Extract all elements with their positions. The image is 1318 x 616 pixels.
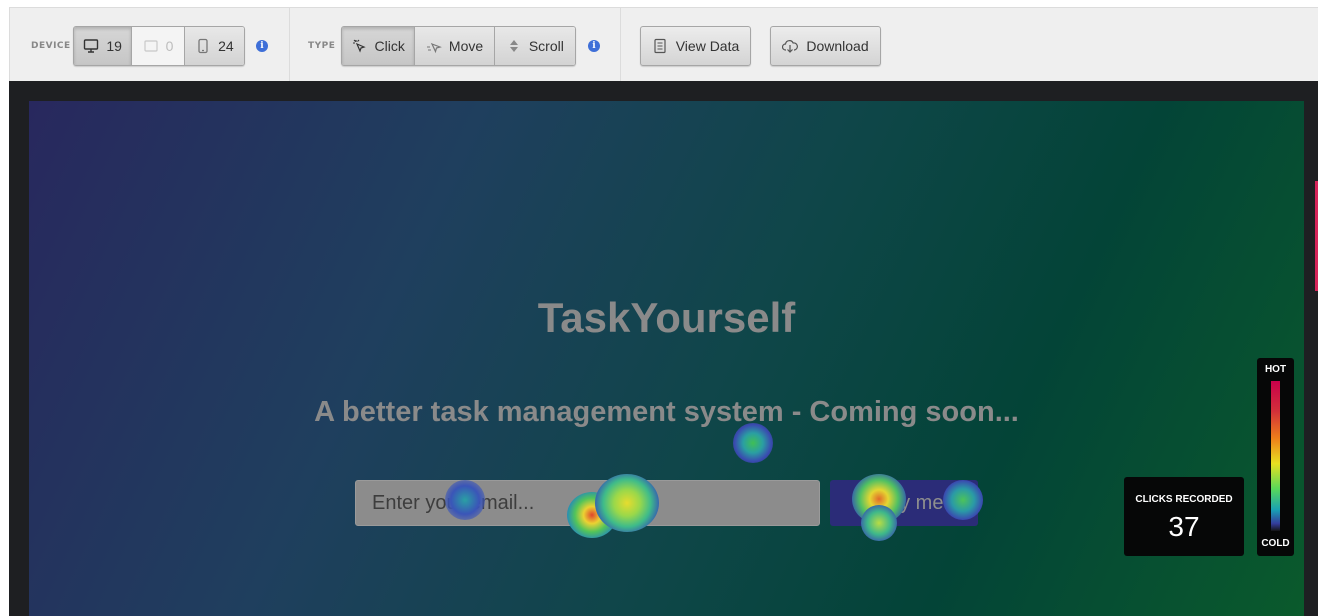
scroll-arrows-icon [509, 40, 518, 52]
heat-legend: HOT COLD [1257, 358, 1294, 556]
heat-spot [733, 423, 773, 463]
download-label: Download [806, 38, 869, 54]
toolbar-divider [620, 8, 621, 82]
device-label: DEVICE [31, 41, 71, 51]
heatmap-toolbar: DEVICE 19 0 24 i TYPE Click Move Scroll [9, 7, 1318, 82]
tablet-icon [144, 40, 158, 52]
device-tablet-button[interactable]: 0 [132, 27, 185, 65]
document-list-icon [654, 38, 666, 54]
phone-icon [198, 38, 208, 54]
clicks-recorded-label: CLICKS RECORDED [1135, 494, 1233, 505]
type-click-label: Click [374, 38, 405, 54]
type-move-label: Move [448, 38, 484, 54]
device-desktop-button[interactable]: 19 [74, 27, 133, 65]
site-subtitle: A better task management system - Coming… [314, 396, 1019, 428]
heatmap-stage: TaskYourself A better task management sy… [9, 81, 1318, 616]
cursor-move-icon [426, 42, 442, 54]
legend-hot-label: HOT [1264, 364, 1287, 375]
view-data-label: View Data [675, 38, 740, 54]
view-data-button[interactable]: View Data [640, 26, 751, 66]
site-title: TaskYourself [537, 294, 796, 341]
click-heatmap-overlay [29, 101, 1304, 616]
tablet-count: 0 [165, 38, 174, 54]
site-preview: TaskYourself A better task management sy… [29, 101, 1304, 616]
type-label: TYPE [308, 41, 336, 51]
cloud-download-icon [782, 40, 799, 53]
cursor-click-icon [352, 39, 366, 53]
legend-cold-label: COLD [1261, 538, 1290, 549]
email-field[interactable]: Enter your email... [355, 480, 820, 526]
type-click-button[interactable]: Click [342, 27, 416, 65]
type-info-icon[interactable]: i [588, 40, 600, 52]
desktop-count: 19 [106, 38, 122, 54]
device-info-icon[interactable]: i [256, 40, 268, 52]
type-scroll-button[interactable]: Scroll [494, 27, 575, 65]
device-mobile-button[interactable]: 24 [184, 27, 244, 65]
toolbar-divider [289, 8, 290, 82]
clicks-recorded-value: 37 [1168, 511, 1200, 542]
monitor-icon [84, 39, 99, 53]
type-scroll-label: Scroll [528, 38, 564, 54]
notify-button[interactable]: Notify me! [830, 480, 978, 526]
legend-gradient-bar [1271, 381, 1280, 531]
mobile-count: 24 [218, 38, 234, 54]
type-move-button[interactable]: Move [415, 27, 495, 65]
download-button[interactable]: Download [770, 26, 881, 66]
clicks-recorded-panel: CLICKS RECORDED 37 [1124, 477, 1244, 556]
device-selector: 19 0 24 [73, 26, 245, 66]
type-selector: Click Move Scroll [341, 26, 576, 66]
